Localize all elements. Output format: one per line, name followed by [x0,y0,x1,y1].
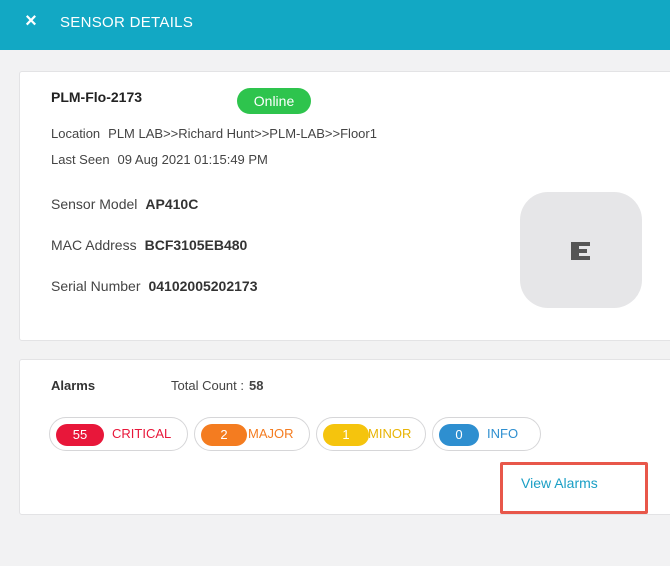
critical-label: CRITICAL [112,426,172,441]
total-count-separator: : [240,378,245,393]
page-title: SENSOR DETAILS [60,14,194,31]
info-label: INFO [487,426,519,441]
serial-number-label: Serial Number [51,278,141,294]
sensor-model-value: AP410C [145,196,199,212]
mac-address-label: MAC Address [51,237,137,253]
major-alarm-badge[interactable]: 2 MAJOR [194,417,310,451]
critical-alarm-badge[interactable]: 55 CRITICAL [49,417,188,451]
critical-count: 55 [56,424,104,446]
info-count: 0 [439,424,479,446]
total-count-value: 58 [249,378,264,393]
total-count: Total Count :58 [171,378,263,393]
mac-address-value: BCF3105EB480 [144,237,248,253]
sensor-model-label: Sensor Model [51,196,138,212]
minor-count: 1 [323,424,369,446]
mac-address-row: MAC Address BCF3105EB480 [51,237,247,253]
sensor-model-row: Sensor Model AP410C [51,196,198,212]
sensor-name: PLM-Flo-2173 [51,89,143,105]
info-alarm-badge[interactable]: 0 INFO [432,417,541,451]
minor-alarm-badge[interactable]: 1 MINOR [316,417,426,451]
device-image [520,192,642,308]
alarms-title: Alarms [51,378,96,393]
location-value: PLM LAB>>Richard Hunt>>PLM-LAB>>Floor1 [108,126,377,141]
last-seen-label: Last Seen [51,152,110,167]
minor-label: MINOR [368,426,412,441]
last-seen-row: Last Seen 09 Aug 2021 01:15:49 PM [51,152,268,167]
extreme-networks-logo-icon [571,242,590,260]
location-row: Location PLM LAB>>Richard Hunt>>PLM-LAB>>… [51,126,377,141]
close-icon[interactable]: × [19,10,43,34]
header-bar: × SENSOR DETAILS [0,0,670,50]
sensor-info-card: PLM-Flo-2173 Online Location PLM LAB>>Ric… [19,71,670,341]
major-label: MAJOR [248,426,294,441]
last-seen-value: 09 Aug 2021 01:15:49 PM [117,152,268,167]
status-badge: Online [237,88,311,114]
location-label: Location [51,126,101,141]
serial-number-row: Serial Number 04102005202173 [51,278,258,294]
total-count-label: Total Count [171,378,237,393]
view-alarms-link[interactable]: View Alarms [521,475,598,491]
major-count: 2 [201,424,247,446]
serial-number-value: 04102005202173 [148,278,258,294]
